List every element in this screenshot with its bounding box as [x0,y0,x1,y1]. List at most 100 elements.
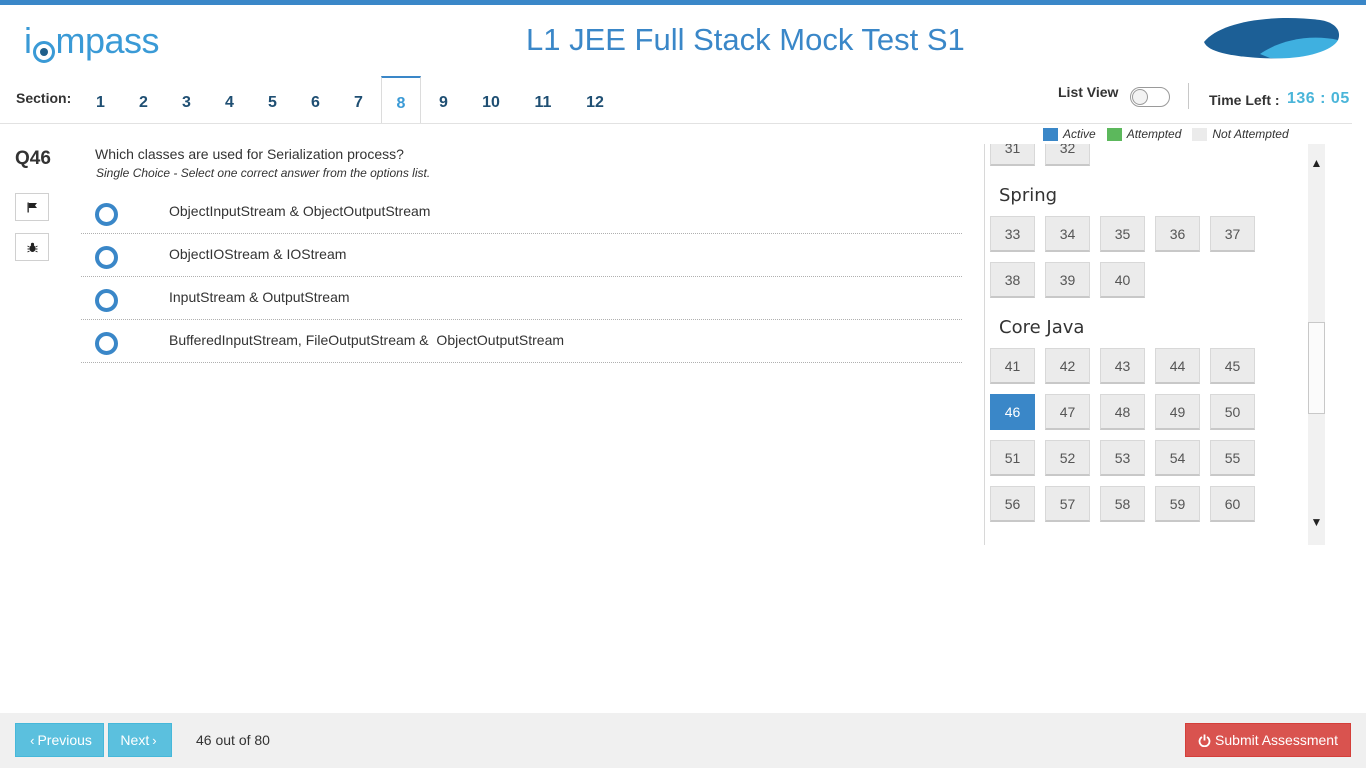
top-accent-bar [0,0,1366,5]
brand-logo [1204,18,1340,59]
question-button-38[interactable]: 38 [990,262,1035,298]
option-2[interactable]: ObjectIOStream & IOStream [81,234,962,277]
question-button-56[interactable]: 56 [990,486,1035,522]
palette-grid: 41 42 43 44 45 46 47 48 49 50 51 52 53 54 55 56 57 58 59 60 [985,348,1305,532]
legend-not-attempted: Not Attempted [1192,127,1289,141]
legend-swatch [1043,127,1058,141]
power-icon [1198,734,1211,747]
submit-assessment-button[interactable]: Submit Assessment [1185,723,1351,757]
option-3[interactable]: InputStream & OutputStream [81,277,962,320]
compass-icon [32,41,55,63]
section-tab-9[interactable]: 9 [422,76,465,124]
category-title: Spring [999,185,1058,206]
question-button-32[interactable]: 32 [1045,144,1090,166]
question-button-58[interactable]: 58 [1100,486,1145,522]
legend-swatch [1192,127,1208,141]
option-label: InputStream & OutputStream [169,289,350,305]
chevron-right-icon: › [152,732,157,748]
status-legend: Active Attempted Not Attempted [1043,127,1300,141]
question-button-60[interactable]: 60 [1210,486,1255,522]
question-button-55[interactable]: 55 [1210,440,1255,476]
section-tab-6[interactable]: 6 [294,76,337,124]
question-button-37[interactable]: 37 [1210,216,1255,252]
question-text: Which classes are used for Serialization… [95,146,404,162]
question-button-51[interactable]: 51 [990,440,1035,476]
question-button-48[interactable]: 48 [1100,394,1145,430]
section-tab-8[interactable]: 8 [381,76,421,124]
radio-button[interactable] [95,289,118,312]
category-title: Core Java [999,317,1085,338]
question-button-44[interactable]: 44 [1155,348,1200,384]
question-button-41[interactable]: 41 [990,348,1035,384]
question-button-52[interactable]: 52 [1045,440,1090,476]
list-view-label: List View [1058,84,1119,100]
question-button-31[interactable]: 31 [990,144,1035,166]
chevron-up-icon[interactable]: ▲ [1308,156,1325,170]
section-tab-2[interactable]: 2 [122,76,165,124]
palette-grid: 33 34 35 36 37 38 39 40 [985,216,1305,308]
chevron-left-icon: ‹ [30,732,35,748]
icompass-logo: i mpass [24,20,160,63]
question-hint: Single Choice - Select one correct answe… [96,166,431,180]
question-button-57[interactable]: 57 [1045,486,1090,522]
option-4[interactable]: BufferedInputStream, FileOutputStream & … [81,320,962,363]
radio-button[interactable] [95,246,118,269]
previous-button[interactable]: ‹ Previous [15,723,104,757]
page-title: L1 JEE Full Stack Mock Test S1 [526,22,965,57]
question-button-53[interactable]: 53 [1100,440,1145,476]
section-tab-1[interactable]: 1 [79,76,122,124]
list-view-toggle[interactable] [1130,87,1170,107]
section-tabs: 1 2 3 4 5 6 7 8 9 10 11 12 [79,76,621,124]
question-number: Q46 [15,148,51,169]
bug-icon [26,242,38,252]
radio-button[interactable] [95,203,118,226]
toggle-knob [1132,89,1148,105]
section-tab-4[interactable]: 4 [208,76,251,124]
section-tab-11[interactable]: 11 [517,76,569,124]
question-button-35[interactable]: 35 [1100,216,1145,252]
options-list: ObjectInputStream & ObjectOutputStream O… [81,191,962,363]
question-button-36[interactable]: 36 [1155,216,1200,252]
question-button-40[interactable]: 40 [1100,262,1145,298]
question-palette: 31 32 Spring 33 34 35 36 37 38 39 40 Core Java 41 42 4… [984,144,1308,545]
section-tab-10[interactable]: 10 [465,76,517,124]
next-button[interactable]: Next › [108,723,172,757]
section-tab-5[interactable]: 5 [251,76,294,124]
question-progress: 46 out of 80 [196,732,270,748]
question-button-50[interactable]: 50 [1210,394,1255,430]
option-label: BufferedInputStream, FileOutputStream & … [169,332,565,348]
flag-button[interactable] [15,193,49,221]
divider [1188,83,1189,109]
footer-bar: ‹ Previous Next › 46 out of 80 Submit Asse… [0,713,1366,768]
flag-icon [27,202,37,212]
question-button-42[interactable]: 42 [1045,348,1090,384]
section-tab-3[interactable]: 3 [165,76,208,124]
palette-grid: 31 32 [985,144,1305,176]
question-button-43[interactable]: 43 [1100,348,1145,384]
time-left-label: Time Left : [1209,92,1280,108]
chevron-down-icon[interactable]: ▼ [1308,515,1325,529]
section-tab-12[interactable]: 12 [569,76,621,124]
legend-attempted: Attempted [1106,127,1181,141]
question-button-33[interactable]: 33 [990,216,1035,252]
section-label: Section: [16,90,72,106]
question-button-47[interactable]: 47 [1045,394,1090,430]
question-button-34[interactable]: 34 [1045,216,1090,252]
question-button-54[interactable]: 54 [1155,440,1200,476]
scroll-thumb[interactable] [1308,322,1325,414]
radio-button[interactable] [95,332,118,355]
legend-active: Active [1043,127,1096,141]
question-button-39[interactable]: 39 [1045,262,1090,298]
palette-scrollbar[interactable]: ▲ ▼ [1308,144,1325,545]
question-button-45[interactable]: 45 [1210,348,1255,384]
option-label: ObjectIOStream & IOStream [169,246,347,262]
option-1[interactable]: ObjectInputStream & ObjectOutputStream [81,191,962,234]
question-button-46[interactable]: 46 [990,394,1035,430]
legend-swatch [1106,127,1122,141]
option-label: ObjectInputStream & ObjectOutputStream [169,203,431,219]
time-left-value: 136 : 05 [1287,90,1350,107]
report-bug-button[interactable] [15,233,49,261]
question-button-49[interactable]: 49 [1155,394,1200,430]
section-tab-7[interactable]: 7 [337,76,380,124]
question-button-59[interactable]: 59 [1155,486,1200,522]
